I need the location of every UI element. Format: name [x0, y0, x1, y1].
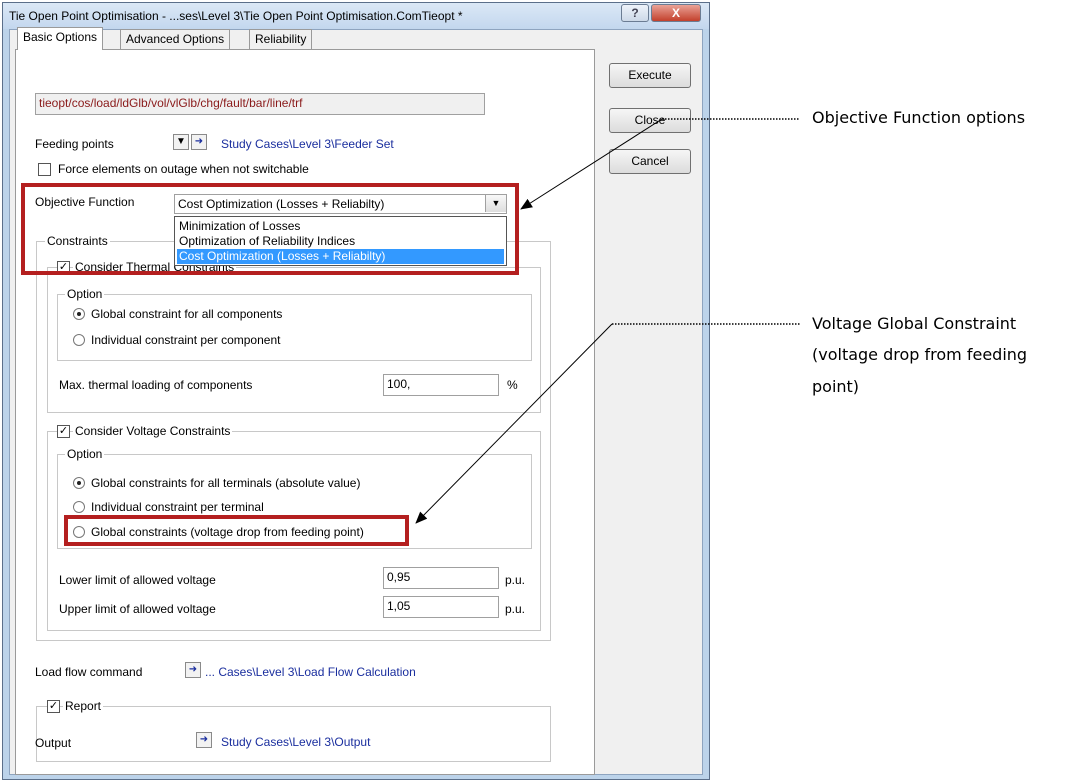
- voltage-annotation-line3: point): [812, 377, 860, 396]
- voltage-arrow: [415, 323, 613, 524]
- objective-arrow: [520, 118, 663, 210]
- tab-basic-options[interactable]: Basic Options: [17, 27, 104, 50]
- objective-annotation: Objective Function options: [812, 108, 1026, 127]
- voltage-annotation-line1: Voltage Global Constraint: [812, 314, 1017, 333]
- voltage-annotation-line2: (voltage drop from feeding: [812, 345, 1028, 364]
